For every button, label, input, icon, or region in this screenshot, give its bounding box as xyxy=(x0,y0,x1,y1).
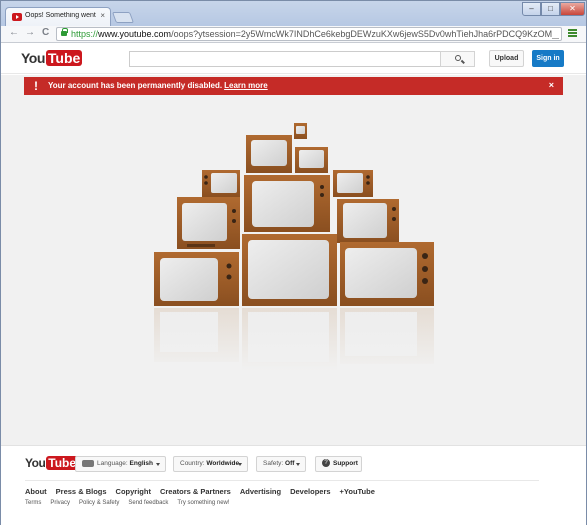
minimize-button[interactable]: – xyxy=(522,2,541,16)
sign-in-button[interactable]: Sign in xyxy=(532,50,564,67)
footer-sublink[interactable]: Terms xyxy=(25,500,41,506)
new-tab-button[interactable] xyxy=(111,12,135,23)
tab-title: Oops! Something went w xyxy=(25,12,97,19)
tab-close-icon[interactable]: × xyxy=(100,11,105,20)
error-page-content: ! Your account has been permanently disa… xyxy=(1,75,586,445)
help-icon: ? xyxy=(322,459,330,468)
footer-link[interactable]: Advertising xyxy=(240,487,281,496)
tv-left xyxy=(177,197,240,249)
learn-more-link[interactable]: Learn more xyxy=(224,81,268,90)
footer-youtube-logo[interactable]: You Tube xyxy=(25,456,79,470)
tv-bottom-left xyxy=(154,252,239,306)
browser-toolbar: ← → C https://www.youtube.com/oops?ytses… xyxy=(1,26,586,43)
account-disabled-alert: ! Your account has been permanently disa… xyxy=(24,77,563,95)
footer-primary-links: About Press & Blogs Copyright Creators &… xyxy=(25,487,375,496)
chevron-down-icon xyxy=(238,463,242,466)
youtube-footer: You Tube Language: English Country: World… xyxy=(1,445,586,525)
tv-mid-right-small xyxy=(333,170,373,197)
maximize-button[interactable]: □ xyxy=(541,2,560,16)
tv-top-left xyxy=(246,135,292,173)
stacked-tvs-illustration xyxy=(151,123,441,371)
youtube-logo[interactable]: You Tube xyxy=(21,50,83,66)
alert-message: Your account has been permanently disabl… xyxy=(48,81,268,90)
footer-sublink[interactable]: Try something new! xyxy=(177,500,229,506)
footer-sublink[interactable]: Privacy xyxy=(50,500,70,506)
tv-center xyxy=(244,175,330,232)
browser-window: Oops! Something went w × – □ ✕ ← → C htt… xyxy=(0,0,587,525)
forward-arrow-icon[interactable]: → xyxy=(25,27,35,38)
language-picker[interactable]: Language: English xyxy=(75,456,166,472)
browser-tab[interactable]: Oops! Something went w × xyxy=(5,7,111,26)
footer-link[interactable]: Copyright xyxy=(116,487,151,496)
footer-secondary-links: Terms Privacy Policy & Safety Send feedb… xyxy=(25,500,230,506)
tv-top-right xyxy=(295,147,328,173)
address-bar[interactable]: https://www.youtube.com/oops?ytsession=2… xyxy=(56,27,562,41)
footer-divider xyxy=(25,480,539,481)
tv-mid-left-small xyxy=(202,170,240,197)
tv-bottom-center xyxy=(242,234,337,306)
tv-bottom-right xyxy=(340,242,434,306)
country-picker[interactable]: Country: Worldwide xyxy=(173,456,248,472)
footer-link[interactable]: Developers xyxy=(290,487,330,496)
footer-link[interactable]: +YouTube xyxy=(340,487,375,496)
search-input[interactable] xyxy=(129,51,441,67)
chevron-down-icon xyxy=(296,463,300,466)
footer-link[interactable]: Press & Blogs xyxy=(56,487,107,496)
alert-exclamation-icon: ! xyxy=(34,79,38,93)
reload-icon[interactable]: C xyxy=(42,27,49,38)
support-button[interactable]: ? Support xyxy=(315,456,362,472)
search-icon xyxy=(455,55,461,61)
chrome-menu-icon[interactable] xyxy=(568,29,577,38)
title-bar: Oops! Something went w × – □ ✕ xyxy=(1,1,586,26)
footer-link[interactable]: About xyxy=(25,487,47,496)
tv-tiny-top xyxy=(294,123,307,139)
search-button[interactable] xyxy=(440,51,475,67)
close-window-button[interactable]: ✕ xyxy=(560,2,585,16)
language-icon xyxy=(82,459,94,467)
upload-button[interactable]: Upload xyxy=(489,50,524,67)
footer-link[interactable]: Creators & Partners xyxy=(160,487,231,496)
youtube-masthead: You Tube Upload Sign in xyxy=(1,44,586,74)
youtube-favicon-icon xyxy=(12,13,22,21)
chevron-down-icon xyxy=(156,463,160,466)
safety-picker[interactable]: Safety: Off xyxy=(256,456,306,472)
footer-sublink[interactable]: Policy & Safety xyxy=(79,500,119,506)
footer-sublink[interactable]: Send feedback xyxy=(128,500,168,506)
url-text[interactable]: https://www.youtube.com/oops?ytsession=2… xyxy=(71,29,559,39)
lock-icon xyxy=(61,28,68,36)
tv-right xyxy=(337,199,399,243)
alert-close-icon[interactable]: × xyxy=(549,80,554,90)
back-arrow-icon[interactable]: ← xyxy=(9,27,19,38)
